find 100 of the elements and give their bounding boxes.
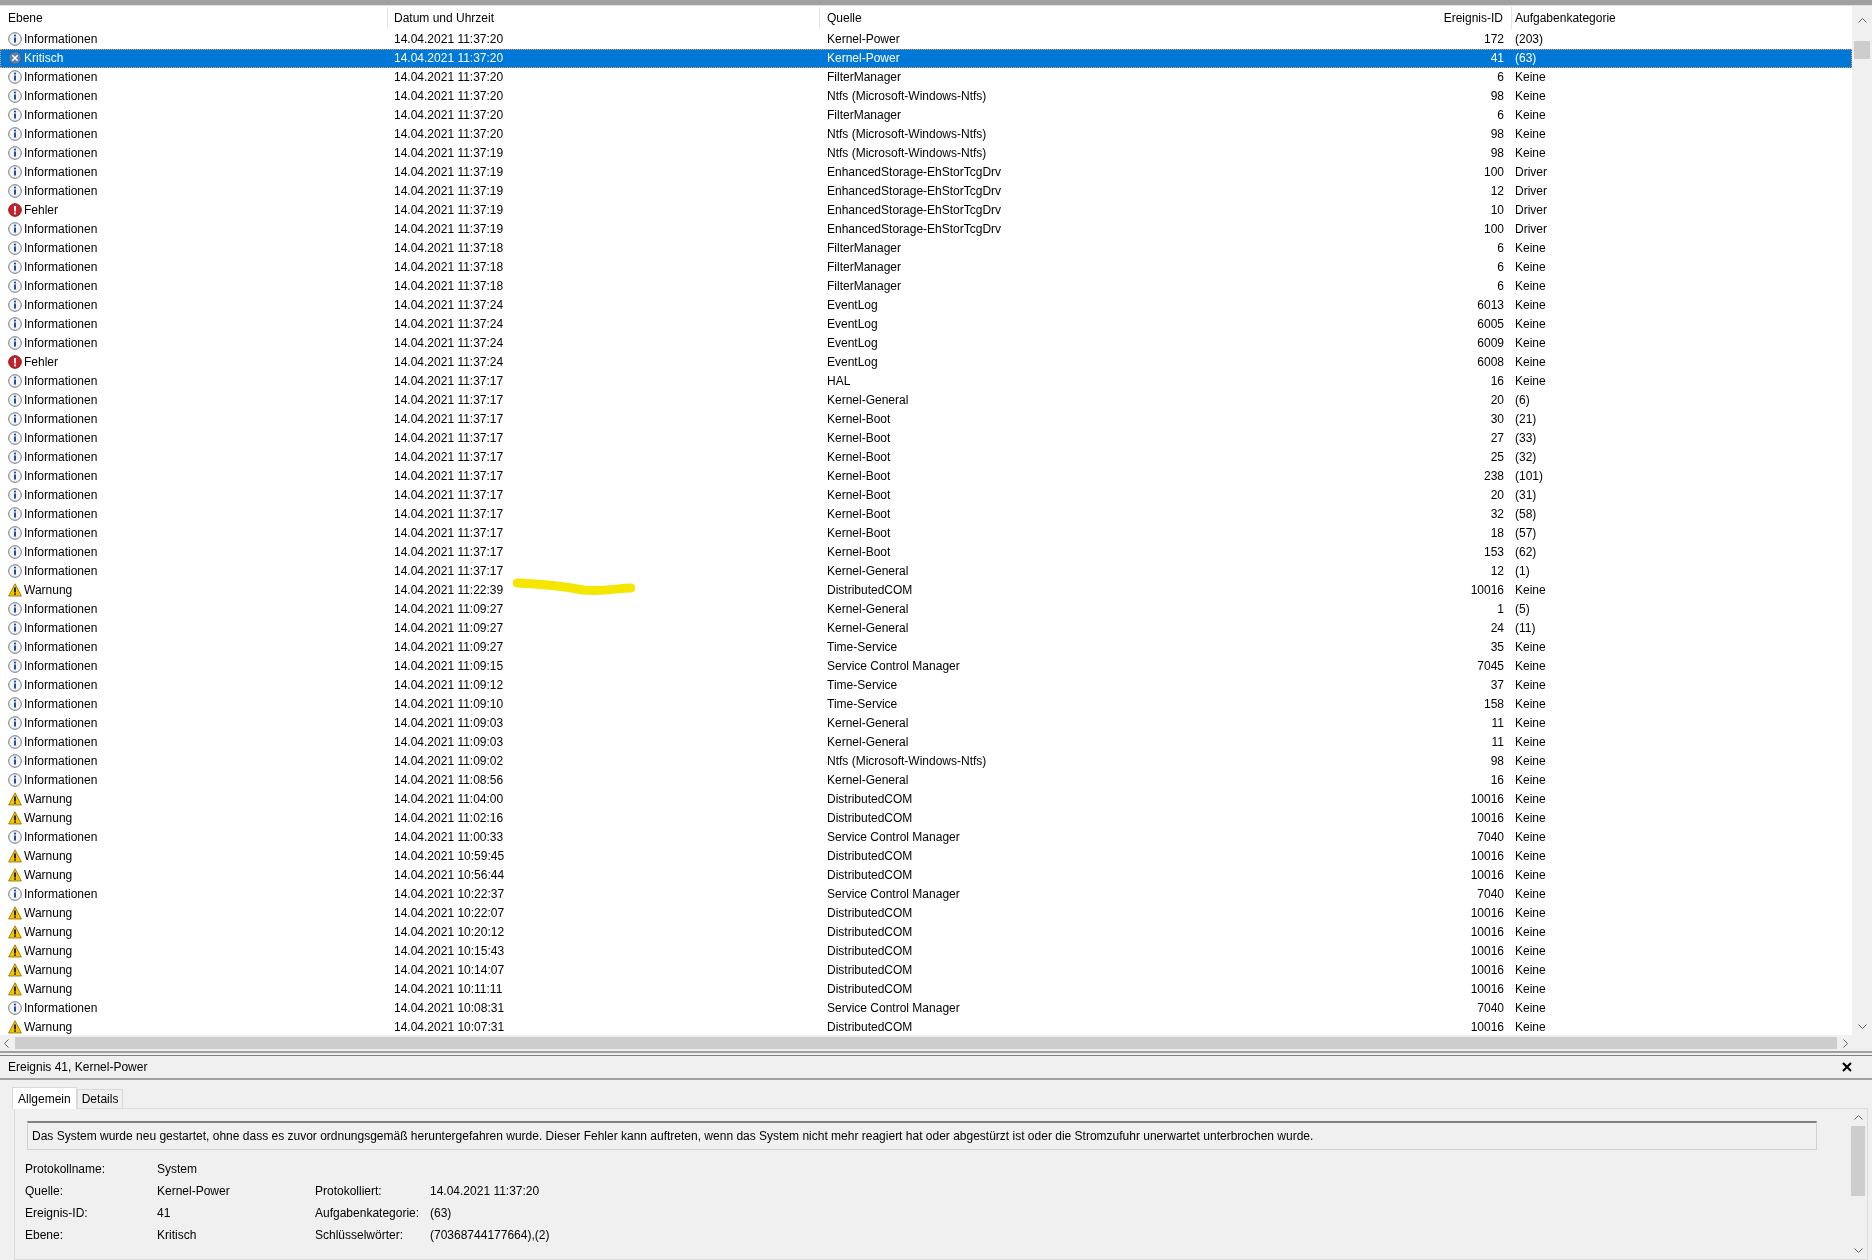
event-row[interactable]: Informationen 14.04.2021 11:09:03 Kernel-General 11 Keine (0, 713, 1852, 733)
info-icon (8, 108, 22, 123)
table-cell: 32 (1490, 507, 1504, 522)
table-cell: 41 (1490, 51, 1504, 66)
scroll-down-icon[interactable] (1853, 1248, 1863, 1253)
event-row[interactable]: Informationen 14.04.2021 11:37:20 Ntfs (Microsoft-Windows-Ntfs) 98 Keine (0, 124, 1852, 144)
horizontal-scrollbar[interactable] (0, 1035, 1852, 1051)
event-row[interactable]: Informationen 14.04.2021 11:09:27 Time-Service 35 Keine (0, 637, 1852, 657)
column-header[interactable]: Aufgabenkategorie (1512, 6, 1852, 29)
event-row[interactable]: Warnung 14.04.2021 11:04:00 DistributedCOM 10016 Keine (0, 789, 1852, 809)
table-cell-text: Informationen (24, 297, 98, 315)
event-row[interactable]: Informationen 14.04.2021 11:37:18 FilterManager 6 Keine (0, 276, 1852, 296)
table-cell: Ntfs (Microsoft-Windows-Ntfs) (827, 146, 987, 161)
event-row[interactable]: Informationen 14.04.2021 11:37:17 HAL 16 Keine (0, 371, 1852, 391)
event-row[interactable]: Fehler 14.04.2021 11:37:19 EnhancedStorage-EhStorTcgDrv 10 Driver (0, 200, 1852, 220)
field-value: 41 (157, 1205, 172, 1222)
table-cell: Keine (1515, 317, 1546, 332)
event-row[interactable]: Informationen 14.04.2021 11:37:17 Kernel-Boot 30 (21) (0, 409, 1852, 429)
event-row[interactable]: Informationen 14.04.2021 11:37:19 EnhancedStorage-EhStorTcgDrv 12 Driver (0, 181, 1852, 201)
event-row[interactable]: Warnung 14.04.2021 10:59:45 DistributedCOM 10016 Keine (0, 846, 1852, 866)
event-row[interactable]: Informationen 14.04.2021 11:37:20 Kernel-Power 172 (203) (0, 29, 1852, 49)
scroll-right-icon[interactable] (1843, 1038, 1848, 1048)
scroll-up-icon[interactable] (1853, 1115, 1863, 1120)
event-row[interactable]: Informationen 14.04.2021 11:09:03 Kernel-General 11 Keine (0, 732, 1852, 752)
event-row[interactable]: Warnung 14.04.2021 10:11:11 DistributedCOM 10016 Keine (0, 979, 1852, 999)
scrollbar-thumb[interactable] (1854, 41, 1870, 59)
event-row[interactable]: Warnung 14.04.2021 11:02:16 DistributedCOM 10016 Keine (0, 808, 1852, 828)
table-cell: Keine (1515, 868, 1546, 883)
scrollbar-thumb[interactable] (15, 1037, 1837, 1049)
scroll-down-icon[interactable] (1857, 1024, 1867, 1029)
column-header[interactable]: Quelle (820, 6, 1164, 29)
event-row[interactable]: Warnung 14.04.2021 10:15:43 DistributedCOM 10016 Keine (0, 941, 1852, 961)
event-row[interactable]: Informationen 14.04.2021 11:37:20 FilterManager 6 Keine (0, 105, 1852, 125)
event-row[interactable]: Warnung 14.04.2021 10:56:44 DistributedCOM 10016 Keine (0, 865, 1852, 885)
event-row[interactable]: Informationen 14.04.2021 11:37:17 Kernel-Boot 18 (57) (0, 523, 1852, 543)
event-row[interactable]: Informationen 14.04.2021 11:00:33 Service Control Manager 7040 Keine (0, 827, 1852, 847)
table-cell: Kernel-Boot (827, 526, 891, 541)
scrollbar-thumb[interactable] (1851, 1126, 1865, 1196)
event-row[interactable]: Informationen 14.04.2021 11:09:27 Kernel-General 24 (11) (0, 618, 1852, 638)
column-header[interactable]: Datum und Uhrzeit (388, 6, 820, 29)
event-row[interactable]: Informationen 14.04.2021 11:37:20 Ntfs (Microsoft-Windows-Ntfs) 98 Keine (0, 86, 1852, 106)
table-cell: Kernel-Boot (827, 507, 891, 522)
event-row[interactable]: Warnung 14.04.2021 10:07:31 DistributedCOM 10016 Keine (0, 1017, 1852, 1036)
tab[interactable]: Details (76, 1089, 124, 1108)
event-row[interactable]: Informationen 14.04.2021 11:37:24 EventLog 6005 Keine (0, 314, 1852, 334)
event-row[interactable]: Warnung 14.04.2021 10:20:12 DistributedCOM 10016 Keine (0, 922, 1852, 942)
event-row[interactable]: Informationen 14.04.2021 11:37:17 Kernel-Boot 20 (31) (0, 485, 1852, 505)
event-row[interactable]: Informationen 14.04.2021 11:08:56 Kernel-General 16 Keine (0, 770, 1852, 790)
event-row[interactable]: Informationen 14.04.2021 11:37:18 FilterManager 6 Keine (0, 257, 1852, 277)
event-row[interactable]: Informationen 14.04.2021 11:37:17 Kernel-Boot 153 (62) (0, 542, 1852, 562)
scroll-left-icon[interactable] (4, 1038, 9, 1048)
event-row[interactable]: Informationen 14.04.2021 11:37:19 EnhancedStorage-EhStorTcgDrv 100 Driver (0, 219, 1852, 239)
close-icon[interactable] (1842, 1062, 1852, 1072)
info-icon (8, 431, 22, 446)
event-row[interactable]: Informationen 14.04.2021 11:09:02 Ntfs (Microsoft-Windows-Ntfs) 98 Keine (0, 751, 1852, 771)
table-cell-text: Informationen (24, 335, 98, 353)
table-cell: Ntfs (Microsoft-Windows-Ntfs) (827, 754, 987, 769)
table-cell-text: Informationen (24, 88, 98, 106)
event-row[interactable]: Informationen 14.04.2021 11:09:10 Time-Service 158 Keine (0, 694, 1852, 714)
event-row[interactable]: Informationen 14.04.2021 10:08:31 Service Control Manager 7040 Keine (0, 998, 1852, 1018)
event-row[interactable]: Informationen 14.04.2021 11:37:18 FilterManager 6 Keine (0, 238, 1852, 258)
event-row[interactable]: Informationen 14.04.2021 11:37:17 Kernel-Boot 32 (58) (0, 504, 1852, 524)
warning-icon (8, 849, 22, 864)
event-row[interactable]: Warnung 14.04.2021 10:22:07 DistributedCOM 10016 Keine (0, 903, 1852, 923)
table-cell: 14.04.2021 11:37:19 (394, 146, 504, 161)
event-row[interactable]: Informationen 14.04.2021 11:37:17 Kernel-General 12 (1) (0, 561, 1852, 581)
table-cell: 14.04.2021 11:37:17 (394, 450, 504, 465)
event-row[interactable]: Informationen 14.04.2021 10:22:37 Service Control Manager 7040 Keine (0, 884, 1852, 904)
vertical-scrollbar[interactable] (1852, 6, 1872, 1051)
table-cell: (21) (1515, 412, 1537, 427)
event-row[interactable]: Warnung 14.04.2021 10:14:07 DistributedCOM 10016 Keine (0, 960, 1852, 980)
event-row[interactable]: Informationen 14.04.2021 11:37:24 EventLog 6009 Keine (0, 333, 1852, 353)
event-row[interactable]: Informationen 14.04.2021 11:37:20 FilterManager 6 Keine (0, 67, 1852, 87)
table-cell-text: Informationen (24, 69, 98, 87)
column-header[interactable]: Ereignis-ID (1164, 6, 1512, 29)
table-cell: 6 (1497, 70, 1504, 85)
table-cell: Ntfs (Microsoft-Windows-Ntfs) (827, 127, 987, 142)
table-cell: Service Control Manager (827, 1001, 960, 1016)
event-row[interactable]: Warnung 14.04.2021 11:22:39 DistributedCOM 10016 Keine (0, 580, 1852, 600)
event-row[interactable]: Informationen 14.04.2021 11:37:17 Kernel-Boot 25 (32) (0, 447, 1852, 467)
event-row[interactable]: Informationen 14.04.2021 11:37:17 Kernel-Boot 27 (33) (0, 428, 1852, 448)
table-cell: 10016 (1470, 982, 1504, 997)
event-row[interactable]: Kritisch 14.04.2021 11:37:20 Kernel-Power 41 (63) (0, 48, 1852, 68)
table-cell-text: Informationen (24, 658, 98, 676)
table-cell: 14.04.2021 11:09:27 (394, 621, 504, 636)
event-row[interactable]: Informationen 14.04.2021 11:37:24 EventLog 6013 Keine (0, 295, 1852, 315)
field-value: (70368744177664),(2) (430, 1227, 551, 1244)
event-row[interactable]: Informationen 14.04.2021 11:37:19 Ntfs (Microsoft-Windows-Ntfs) 98 Keine (0, 143, 1852, 163)
field-value: Kritisch (157, 1227, 198, 1244)
table-cell: Keine (1515, 659, 1546, 674)
event-row[interactable]: Informationen 14.04.2021 11:09:27 Kernel-General 1 (5) (0, 599, 1852, 619)
event-row[interactable]: Informationen 14.04.2021 11:09:15 Service Control Manager 7045 Keine (0, 656, 1852, 676)
event-row[interactable]: Informationen 14.04.2021 11:37:19 EnhancedStorage-EhStorTcgDrv 100 Driver (0, 162, 1852, 182)
scroll-up-icon[interactable] (1857, 18, 1867, 23)
event-row[interactable]: Fehler 14.04.2021 11:37:24 EventLog 6008 Keine (0, 352, 1852, 372)
tab[interactable]: Allgemein (12, 1087, 77, 1109)
event-row[interactable]: Informationen 14.04.2021 11:09:12 Time-Service 37 Keine (0, 675, 1852, 695)
event-row[interactable]: Informationen 14.04.2021 11:37:17 Kernel-Boot 238 (101) (0, 466, 1852, 486)
event-row[interactable]: Informationen 14.04.2021 11:37:17 Kernel-General 20 (6) (0, 390, 1852, 410)
column-header[interactable]: Ebene (0, 6, 388, 29)
